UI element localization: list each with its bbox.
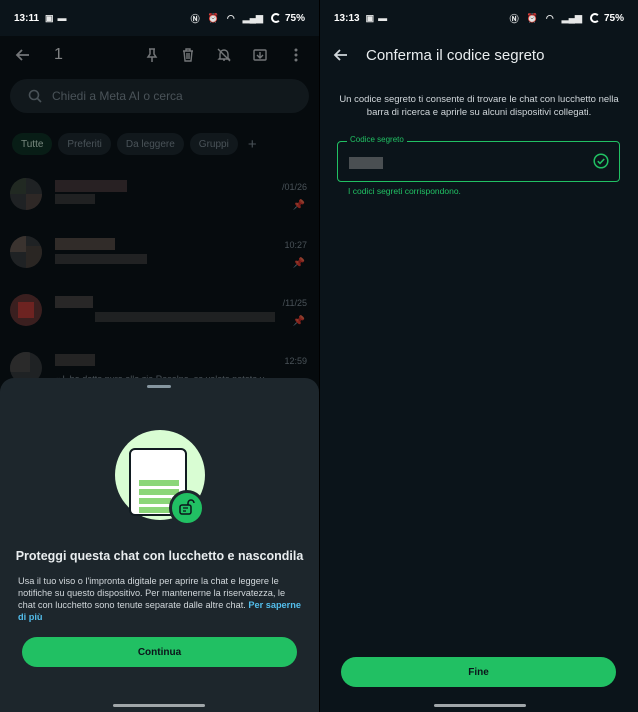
battery-icon xyxy=(589,13,600,23)
alarm-icon: ⏰ xyxy=(207,12,219,23)
drag-handle[interactable] xyxy=(147,385,171,388)
status-bar: 13:11 ▣ ▬ Ⓝ ⏰ ◠ ▂▄▆ 75% xyxy=(0,0,319,36)
gesture-bar xyxy=(113,704,205,707)
status-time: 13:11 xyxy=(14,12,40,24)
illustration-bar xyxy=(139,498,171,504)
done-button[interactable]: Fine xyxy=(341,657,616,687)
page-title: Conferma il codice segreto xyxy=(366,46,545,64)
signal-icon: ▂▄▆ xyxy=(242,12,263,23)
alarm-icon: ⏰ xyxy=(526,12,538,23)
battery-icon xyxy=(270,13,281,23)
confirm-secret-code-screen: 13:13 ▣ ▬ Ⓝ ⏰ ◠ ▂▄▆ 75% Conferma il codi… xyxy=(320,0,638,712)
match-confirmation: I codici segreti corrispondono. xyxy=(348,186,461,196)
illustration-bar xyxy=(139,480,179,486)
wifi-icon: ◠ xyxy=(545,12,554,23)
gesture-bar xyxy=(434,704,526,707)
message-icon: ▬ xyxy=(378,13,388,23)
app-bar: Conferma il codice segreto xyxy=(320,36,638,74)
masked-code xyxy=(349,157,383,169)
signal-icon: ▂▄▆ xyxy=(561,12,582,23)
status-bar: 13:13 ▣ ▬ Ⓝ ⏰ ◠ ▂▄▆ 75% xyxy=(320,0,638,36)
secret-code-description: Un codice segreto ti consente di trovare… xyxy=(339,94,619,118)
nfc-icon: Ⓝ xyxy=(190,13,200,24)
lock-chat-bottom-sheet: Proteggi questa chat con lucchetto e nas… xyxy=(0,378,319,712)
notification-icon: ▣ xyxy=(45,12,54,23)
message-icon: ▬ xyxy=(57,13,67,23)
nfc-icon: Ⓝ xyxy=(509,13,519,24)
wifi-icon: ◠ xyxy=(226,12,235,23)
notification-icon: ▣ xyxy=(365,12,375,23)
sheet-body-text: Usa il tuo viso o l'impronta digitale pe… xyxy=(18,576,286,610)
status-time: 13:13 xyxy=(334,12,360,24)
continue-button[interactable]: Continua xyxy=(22,637,297,667)
field-label: Codice segreto xyxy=(347,135,407,144)
battery-level: 75% xyxy=(603,12,624,24)
chat-list-screen: 13:11 ▣ ▬ Ⓝ ⏰ ◠ ▂▄▆ 75% 1 Chiedi a Meta … xyxy=(0,0,319,712)
illustration-bar xyxy=(139,489,179,495)
back-arrow-icon[interactable] xyxy=(330,44,352,66)
battery-level: 75% xyxy=(284,12,305,24)
sheet-title: Proteggi questa chat con lucchetto e nas… xyxy=(15,549,304,563)
sheet-description: Usa il tuo viso o l'impronta digitale pe… xyxy=(18,575,301,623)
secret-code-field[interactable]: Codice segreto xyxy=(337,135,620,182)
check-circle-icon xyxy=(593,153,609,169)
chat-lock-icon xyxy=(169,490,205,526)
